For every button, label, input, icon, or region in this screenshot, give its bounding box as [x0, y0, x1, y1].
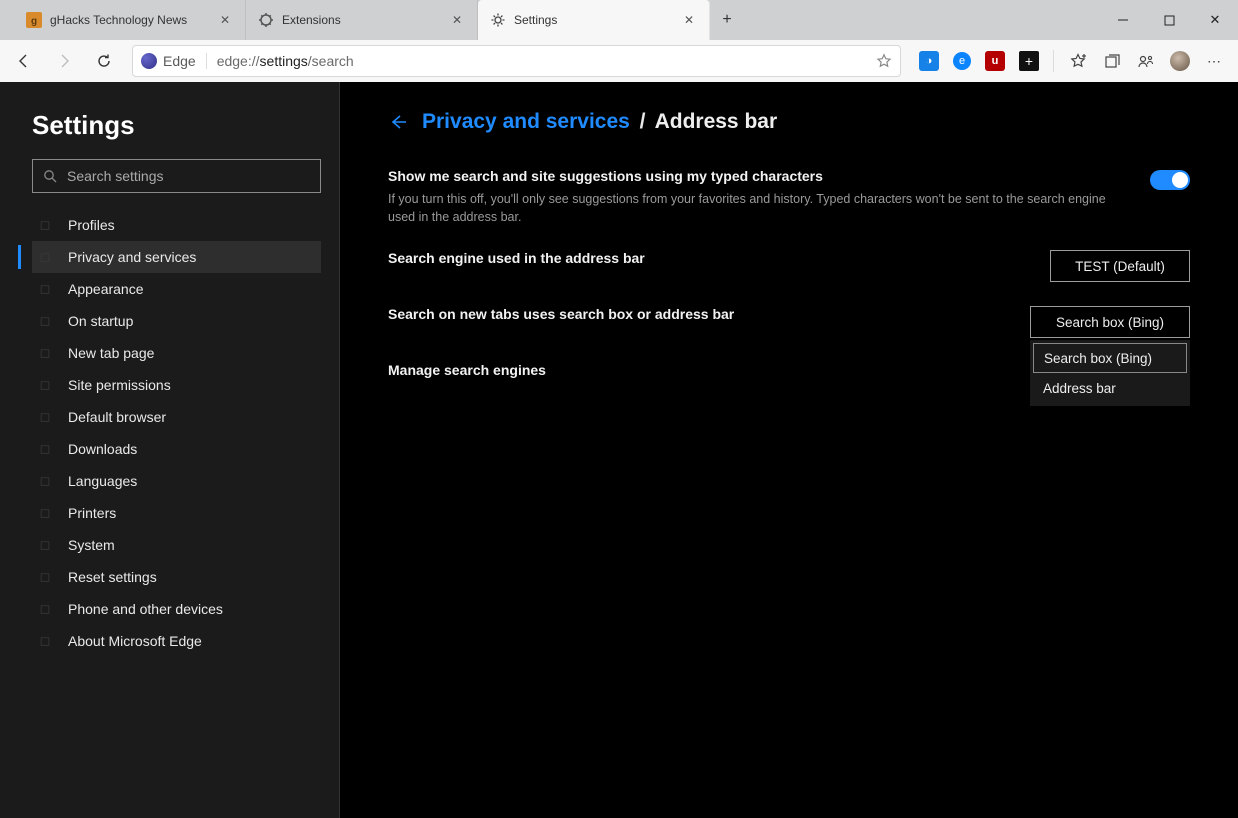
search-placeholder: Search settings — [67, 168, 164, 184]
extension-icon-4[interactable]: + — [1019, 51, 1039, 71]
profile-icon: ◻ — [36, 216, 54, 234]
lock-icon: ◻ — [36, 248, 54, 266]
address-bar[interactable]: Edge edge://settings/search — [132, 45, 901, 77]
setting-title: Show me search and site suggestions usin… — [388, 168, 1120, 184]
new-tabs-select[interactable]: Search box (Bing) — [1030, 306, 1190, 338]
svg-text:g: g — [31, 16, 37, 27]
tab-extensions[interactable]: Extensions ✕ — [246, 0, 478, 40]
search-settings-input[interactable]: Search settings — [32, 159, 321, 193]
sidebar-item-downloads[interactable]: ◻Downloads — [32, 433, 321, 465]
sidebar-item-privacy[interactable]: ◻Privacy and services — [32, 241, 321, 273]
favicon-extensions — [258, 12, 274, 28]
edge-logo-icon — [141, 53, 157, 69]
dropdown-option-searchbox[interactable]: Search box (Bing) — [1033, 343, 1187, 373]
more-menu-icon[interactable]: ⋯ — [1204, 51, 1224, 71]
setting-search-engine: Search engine used in the address bar TE… — [388, 250, 1190, 282]
sidebar-item-about[interactable]: ◻About Microsoft Edge — [32, 625, 321, 657]
sidebar-item-languages[interactable]: ◻Languages — [32, 465, 321, 497]
search-icon — [43, 169, 57, 183]
minimize-button[interactable] — [1100, 0, 1146, 40]
extension-icons: ◑ e u + ⋯ — [911, 50, 1232, 72]
back-button[interactable] — [6, 43, 42, 79]
sidebar-item-startup[interactable]: ◻On startup — [32, 305, 321, 337]
sidebar-item-phone[interactable]: ◻Phone and other devices — [32, 593, 321, 625]
browser-icon: ◻ — [36, 408, 54, 426]
sidebar-item-system[interactable]: ◻System — [32, 529, 321, 561]
profile-icon[interactable] — [1136, 51, 1156, 71]
favicon-ghacks: g — [26, 12, 42, 28]
sidebar-item-newtab[interactable]: ◻New tab page — [32, 337, 321, 369]
new-tab-button[interactable]: + — [710, 0, 744, 40]
close-icon[interactable]: ✕ — [449, 12, 465, 28]
tab-strip: g gHacks Technology News ✕ Extensions ✕ … — [0, 0, 1100, 40]
language-icon: ◻ — [36, 472, 54, 490]
sidebar-item-reset[interactable]: ◻Reset settings — [32, 561, 321, 593]
close-icon[interactable]: ✕ — [217, 12, 233, 28]
setting-title: Search on new tabs uses search box or ad… — [388, 306, 1000, 322]
separator — [1053, 50, 1054, 72]
tab-settings[interactable]: Settings ✕ — [478, 0, 710, 40]
setting-description: If you turn this off, you'll only see su… — [388, 190, 1120, 226]
setting-title: Search engine used in the address bar — [388, 250, 1020, 266]
extension-icon-1[interactable]: ◑ — [919, 51, 939, 71]
forward-button[interactable] — [46, 43, 82, 79]
ublock-icon[interactable]: u — [985, 51, 1005, 71]
edge-chip: Edge — [141, 53, 207, 69]
settings-nav: ◻Profiles ◻Privacy and services ◻Appeara… — [32, 209, 321, 657]
close-window-button[interactable]: ✕ — [1192, 0, 1238, 40]
edge-chip-label: Edge — [163, 53, 196, 69]
collections-icon[interactable] — [1102, 51, 1122, 71]
window-controls: ✕ — [1100, 0, 1238, 40]
tab-label: Settings — [514, 13, 673, 27]
sidebar-item-appearance[interactable]: ◻Appearance — [32, 273, 321, 305]
search-engine-select[interactable]: TEST (Default) — [1050, 250, 1190, 282]
tab-ghacks[interactable]: g gHacks Technology News ✕ — [14, 0, 246, 40]
info-icon: ◻ — [36, 632, 54, 650]
new-tabs-dropdown-menu: Search box (Bing) Address bar — [1030, 340, 1190, 406]
sidebar-item-default-browser[interactable]: ◻Default browser — [32, 401, 321, 433]
reset-icon: ◻ — [36, 568, 54, 586]
titlebar: g gHacks Technology News ✕ Extensions ✕ … — [0, 0, 1238, 40]
sidebar-item-site-permissions[interactable]: ◻Site permissions — [32, 369, 321, 401]
tab-icon: ◻ — [36, 344, 54, 362]
settings-main: Privacy and services / Address bar Show … — [340, 82, 1238, 818]
appearance-icon: ◻ — [36, 280, 54, 298]
favorites-icon[interactable] — [1068, 51, 1088, 71]
settings-title: Settings — [32, 110, 321, 141]
content: Settings Search settings ◻Profiles ◻Priv… — [0, 82, 1238, 818]
user-avatar[interactable] — [1170, 51, 1190, 71]
system-icon: ◻ — [36, 536, 54, 554]
breadcrumb-separator: / — [640, 110, 646, 133]
breadcrumb-current: Address bar — [655, 110, 778, 133]
refresh-button[interactable] — [86, 43, 122, 79]
sidebar-item-profiles[interactable]: ◻Profiles — [32, 209, 321, 241]
breadcrumb-parent[interactable]: Privacy and services — [422, 110, 630, 133]
close-icon[interactable]: ✕ — [681, 12, 697, 28]
toolbar: Edge edge://settings/search ◑ e u + — [0, 40, 1238, 82]
url-text: edge://settings/search — [217, 53, 354, 69]
suggestions-toggle[interactable] — [1150, 170, 1190, 190]
sidebar-item-printers[interactable]: ◻Printers — [32, 497, 321, 529]
download-icon: ◻ — [36, 440, 54, 458]
new-tabs-dropdown: Search box (Bing) Search box (Bing) Addr… — [1030, 306, 1190, 338]
extension-icon-2[interactable]: e — [953, 52, 971, 70]
back-arrow-icon[interactable] — [388, 112, 408, 132]
printer-icon: ◻ — [36, 504, 54, 522]
power-icon: ◻ — [36, 312, 54, 330]
maximize-button[interactable] — [1146, 0, 1192, 40]
gear-icon — [490, 12, 506, 28]
tab-label: gHacks Technology News — [50, 13, 209, 27]
dropdown-option-addressbar[interactable]: Address bar — [1033, 373, 1187, 403]
phone-icon: ◻ — [36, 600, 54, 618]
permissions-icon: ◻ — [36, 376, 54, 394]
setting-suggestions: Show me search and site suggestions usin… — [388, 168, 1190, 226]
settings-sidebar: Settings Search settings ◻Profiles ◻Priv… — [0, 82, 340, 818]
favorite-star-icon[interactable] — [876, 53, 892, 69]
breadcrumb: Privacy and services / Address bar — [388, 110, 1190, 134]
app-window: g gHacks Technology News ✕ Extensions ✕ … — [0, 0, 1238, 818]
setting-new-tabs-search: Search on new tabs uses search box or ad… — [388, 306, 1190, 338]
tab-label: Extensions — [282, 13, 441, 27]
